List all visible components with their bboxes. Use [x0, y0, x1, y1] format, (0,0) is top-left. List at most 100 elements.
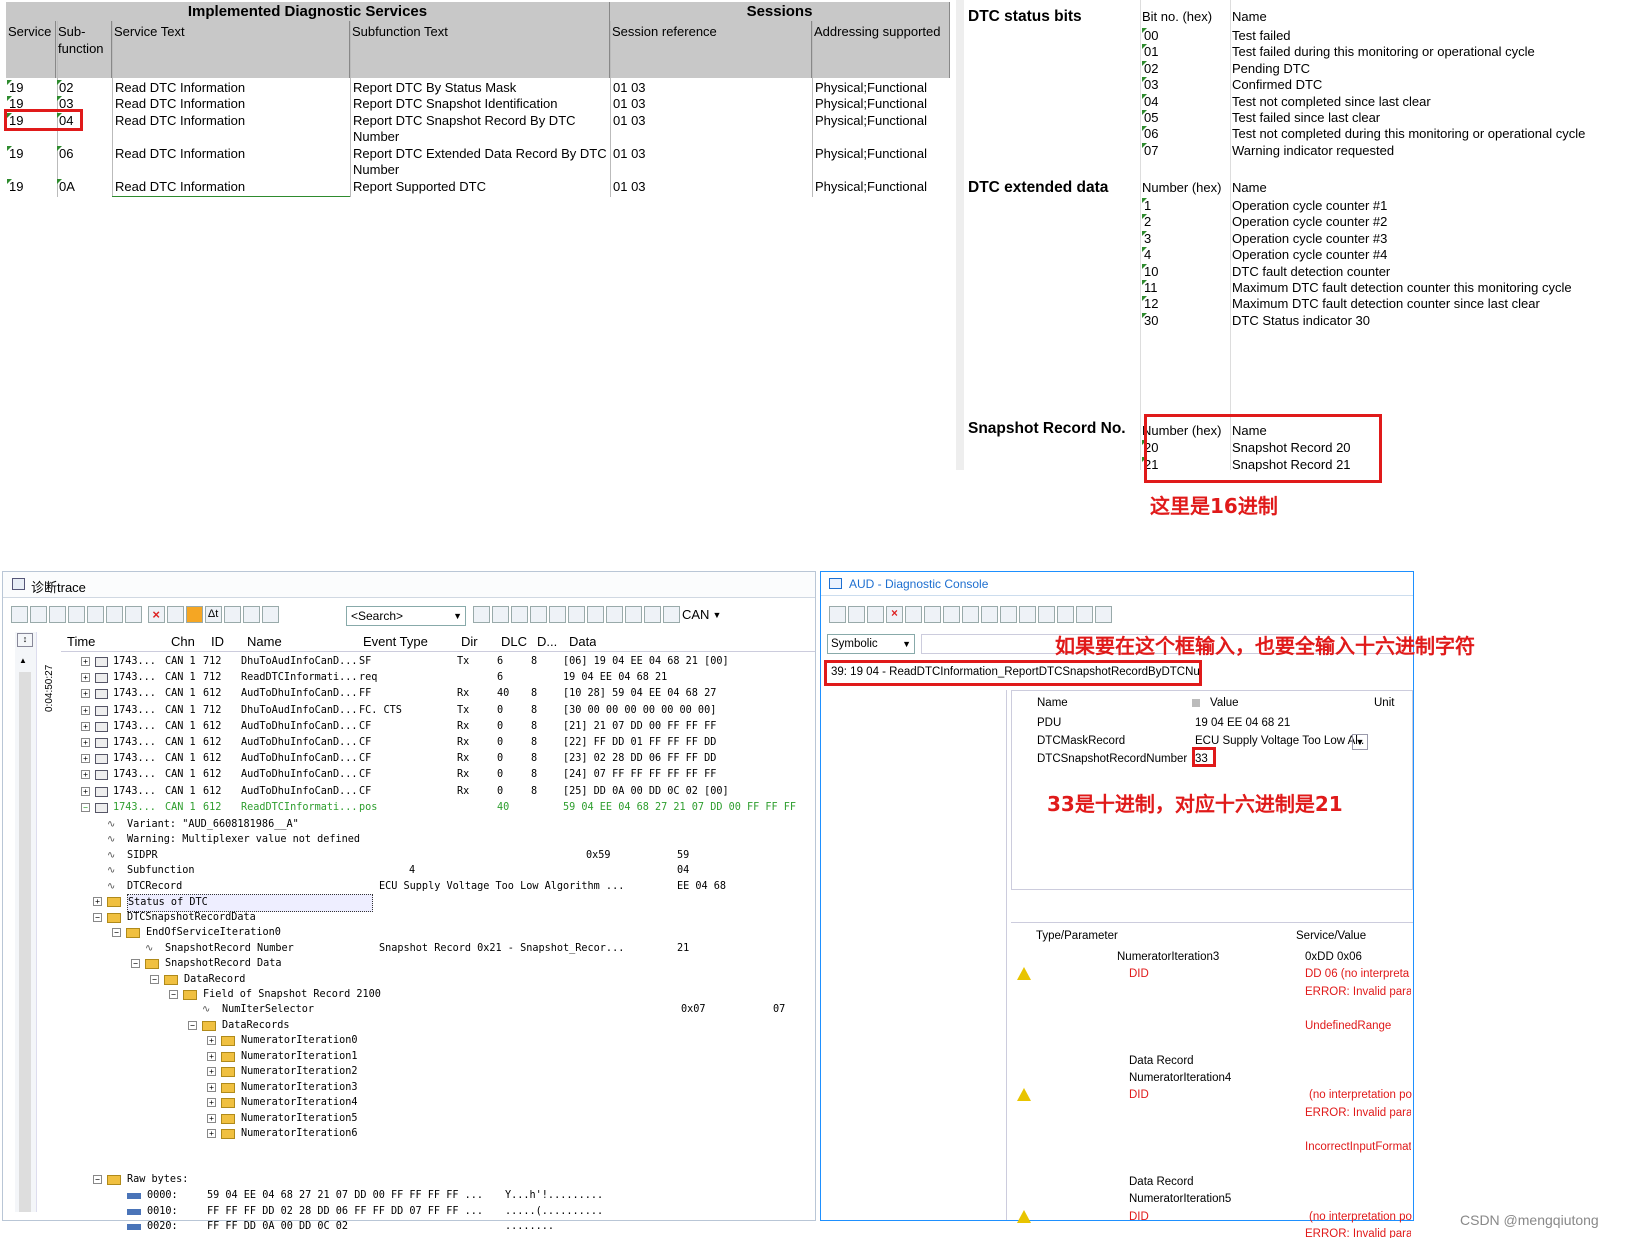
trace-tree-node[interactable]: + NumeratorIteration2 [93, 1064, 815, 1080]
console-tool3-icon[interactable] [981, 606, 998, 623]
collapse-icon[interactable]: − [188, 1020, 197, 1030]
toolbar-layout-icon[interactable] [644, 606, 661, 624]
trace-tree-node[interactable]: + Status of DTC [93, 894, 815, 913]
toolbar-columns-icon[interactable] [261, 606, 279, 624]
expand-icon[interactable]: + [81, 689, 90, 699]
trace-tree-node[interactable]: − DTCSnapshotRecordData [93, 910, 815, 926]
collapse-icon[interactable]: − [150, 974, 159, 984]
raw-bytes-node[interactable]: − Raw bytes: [93, 1172, 815, 1188]
toolbar-back-icon[interactable] [511, 606, 528, 624]
trace-col-header[interactable]: DLC [501, 634, 527, 649]
toolbar-filter3-icon[interactable] [106, 606, 123, 624]
expand-icon[interactable]: + [81, 705, 90, 715]
expand-icon[interactable]: + [207, 1098, 216, 1108]
toolbar-lines-icon[interactable] [606, 606, 623, 624]
console-cancel-icon[interactable]: × [886, 606, 903, 623]
console-mode-select[interactable]: Symbolic ▼ [827, 634, 915, 654]
trace-row[interactable]: +1743... CAN 1 712 ReadDTCInformati... req 6 1… [61, 670, 815, 686]
collapse-icon[interactable]: − [93, 912, 102, 922]
trace-col-header[interactable]: D... [537, 634, 557, 649]
toolbar-chart-icon[interactable] [30, 606, 47, 624]
console-tool2-icon[interactable] [962, 606, 979, 623]
expand-icon[interactable]: + [207, 1129, 216, 1138]
trace-col-header[interactable]: Name [247, 634, 282, 649]
expand-icon[interactable]: + [207, 1036, 216, 1046]
toolbar-binoculars-icon[interactable] [125, 606, 142, 624]
trace-row[interactable]: +1743... CAN 1 612 AudToDhuInfoCanD... CF Rx 0… [61, 719, 815, 735]
console-send-icon[interactable] [829, 606, 846, 623]
trace-vertical-scrollbar[interactable] [19, 672, 31, 1212]
trace-row[interactable]: +1743... CAN 1 612 AudToDhuInfoCanD... FF Rx 4… [61, 686, 815, 702]
trace-tree-node[interactable]: − DataRecords [93, 1018, 815, 1034]
expand-icon[interactable]: + [81, 673, 90, 683]
toolbar-bus-icon[interactable] [663, 606, 680, 624]
console-device-icon[interactable] [1000, 606, 1017, 623]
expand-icon[interactable]: + [93, 897, 102, 907]
collapse-icon[interactable]: − [93, 1175, 102, 1184]
trace-tree-node[interactable]: ∿ Variant: "AUD_6608181986__A" [93, 817, 815, 833]
trace-tree-node[interactable]: ∿ NumIterSelector 0x07 07 [93, 1002, 815, 1018]
toolbar-marker-icon[interactable] [549, 606, 566, 624]
toolbar-font-icon[interactable] [625, 606, 642, 624]
toolbar-stop-icon[interactable] [166, 606, 184, 624]
toolbar-clear-icon[interactable]: × [147, 606, 165, 624]
trace-tree-node[interactable]: + NumeratorIteration0 [93, 1033, 815, 1049]
param-value[interactable]: 33 [1195, 751, 1365, 767]
console-window-icon2[interactable] [1095, 606, 1112, 623]
scroll-up-icon[interactable]: ▲ [19, 656, 27, 665]
toolbar-view-icon[interactable] [11, 606, 28, 624]
expand-icon[interactable]: + [81, 738, 90, 747]
bus-selector[interactable]: CAN [682, 607, 709, 622]
trace-row[interactable]: +1743... CAN 1 712 DhuToAudInfoCanD... SF Tx 6… [61, 654, 815, 670]
trace-search-input[interactable]: <Search> ▼ [346, 606, 466, 626]
collapse-icon[interactable]: − [169, 989, 178, 999]
trace-tree-node[interactable]: + NumeratorIteration6 [93, 1126, 815, 1142]
trace-row[interactable]: − 1743... CAN 1 612 ReadDTCInformati... pos 40… [61, 800, 815, 816]
toolbar-forward-icon[interactable] [530, 606, 547, 624]
collapse-icon[interactable]: − [131, 959, 140, 969]
trace-tree-node[interactable]: ∿ SnapshotRecord Number Snapshot Record 0x… [93, 941, 815, 957]
trace-col-header[interactable]: ID [211, 634, 224, 649]
search-dropdown-icon[interactable]: ▼ [453, 607, 462, 625]
expand-icon[interactable]: + [207, 1082, 216, 1092]
expand-icon[interactable]: + [81, 721, 90, 731]
trace-tree-node[interactable]: ∿ Warning: Multiplexer value not defined [93, 832, 815, 848]
console-tool1-icon[interactable] [943, 606, 960, 623]
param-value[interactable]: ECU Supply Voltage Too Low Al... [1195, 733, 1365, 749]
trace-row[interactable]: +1743... CAN 1 712 DhuToAudInfoCanD... FC. C… [61, 703, 815, 719]
trace-row[interactable]: +1743... CAN 1 612 AudToDhuInfoCanD... CF Rx 0… [61, 751, 815, 767]
expand-icon[interactable]: + [81, 786, 90, 796]
expand-icon[interactable]: + [81, 770, 90, 780]
console-refresh-icon[interactable] [867, 606, 884, 623]
console-copy-icon[interactable] [848, 606, 865, 623]
console-search-icon[interactable] [924, 606, 941, 623]
trace-row[interactable]: +1743... CAN 1 612 AudToDhuInfoCanD... CF Rx 0… [61, 767, 815, 783]
toolbar-wrap-icon[interactable] [242, 606, 260, 624]
console-stop-icon[interactable] [1019, 606, 1036, 623]
console-save-icon[interactable] [905, 606, 922, 623]
toolbar-find-next-icon[interactable] [492, 606, 509, 624]
mode-dropdown-icon[interactable]: ▼ [902, 635, 911, 653]
bus-dropdown-icon[interactable]: ▼ [712, 610, 721, 620]
toolbar-folder-icon[interactable] [568, 606, 585, 624]
sort-icon[interactable]: ↕ [17, 633, 33, 647]
trace-tree-node[interactable]: + NumeratorIteration5 [93, 1111, 815, 1127]
toolbar-export-icon[interactable] [49, 606, 66, 624]
trace-row[interactable]: +1743... CAN 1 612 AudToDhuInfoCanD... CF Rx 0… [61, 784, 815, 800]
trace-col-header[interactable]: Time [67, 634, 95, 649]
trace-tree-node[interactable]: − DataRecord [93, 972, 815, 988]
trace-tree-node[interactable]: − EndOfServiceIteration0 [93, 925, 815, 941]
trace-tree-node[interactable]: + NumeratorIteration1 [93, 1049, 815, 1065]
trace-tree-node[interactable]: + NumeratorIteration4 [93, 1095, 815, 1111]
trace-tree-node[interactable]: ∿ DTCRecord ECU Supply Voltage Too Low Alg… [93, 879, 815, 895]
collapse-icon[interactable]: − [81, 802, 90, 812]
collapse-icon[interactable]: − [112, 928, 121, 938]
trace-tree-node[interactable]: − Field of Snapshot Record 2100 [93, 987, 815, 1003]
trace-tree-node[interactable]: ∿ Subfunction 4 04 [93, 863, 815, 879]
console-log-icon[interactable] [1057, 606, 1074, 623]
trace-row[interactable]: +1743... CAN 1 612 AudToDhuInfoCanD... CF Rx 0… [61, 735, 815, 751]
toolbar-filter-icon[interactable] [68, 606, 85, 624]
trace-tree-node[interactable]: ∿ SIDPR 0x59 59 [93, 848, 815, 864]
trace-tree-node[interactable]: + NumeratorIteration3 [93, 1080, 815, 1096]
trace-col-header[interactable]: Event Type [363, 634, 428, 649]
